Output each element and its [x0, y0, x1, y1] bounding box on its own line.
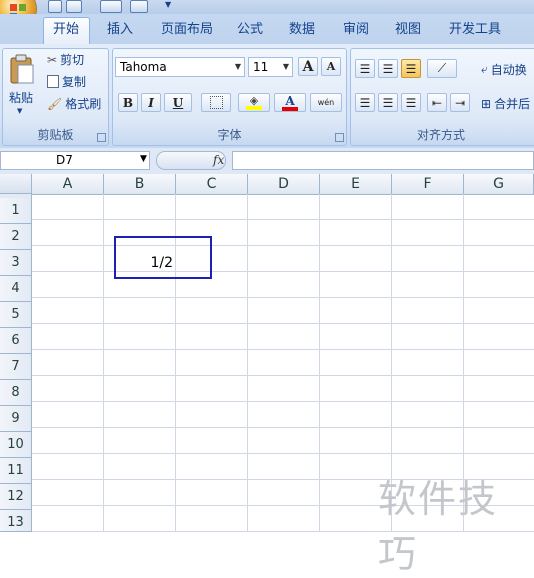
format-painter-button[interactable]: 🖌 格式刷 [47, 95, 101, 112]
paste-icon [10, 54, 34, 84]
font-name-value: Tahoma [120, 60, 167, 74]
align-bottom-icon[interactable]: ☰ [401, 59, 421, 78]
row-header-2[interactable]: 2 [0, 224, 32, 250]
print-preview-icon[interactable] [130, 0, 148, 13]
select-all-corner[interactable] [0, 174, 32, 194]
border-button[interactable] [201, 93, 231, 112]
format-painter-label: 格式刷 [65, 97, 102, 111]
cut-label: 剪切 [60, 53, 85, 67]
chevron-down-icon: ▼ [234, 62, 241, 71]
column-header-b[interactable]: B [104, 174, 176, 194]
align-top-icon[interactable]: ☰ [355, 59, 375, 78]
copy-icon [47, 75, 59, 88]
font-group-label: 字体 [217, 128, 242, 142]
copy-label: 复制 [62, 75, 87, 89]
column-header-f[interactable]: F [392, 174, 464, 194]
tab-data[interactable]: 数据 [289, 18, 315, 37]
qat-customize-icon[interactable]: ▼ [165, 0, 171, 9]
merge-center-button[interactable]: ⊞ 合并后 [481, 95, 530, 112]
row-header-6[interactable]: 6 [0, 328, 32, 354]
column-header-bar: A B C D E F G [0, 174, 534, 195]
row-header-1[interactable]: 1 [0, 198, 32, 224]
fill-color-button[interactable]: ◈ [238, 93, 270, 112]
merge-icon: ⊞ [481, 96, 492, 111]
tab-developer[interactable]: 开发工具 [449, 18, 501, 37]
increase-indent-icon[interactable]: ⇥ [450, 93, 470, 112]
column-header-d[interactable]: D [248, 174, 320, 194]
decrease-indent-icon[interactable]: ⇤ [427, 93, 447, 112]
tab-review[interactable]: 审阅 [343, 18, 369, 37]
bold-button[interactable]: B [118, 93, 138, 112]
orientation-icon[interactable]: ⟋ [427, 59, 457, 78]
font-size-value: 11 [253, 60, 269, 74]
fill-color-bar [246, 106, 262, 110]
cut-button[interactable]: ✂ 剪切 [47, 51, 84, 68]
save-icon[interactable] [48, 0, 62, 13]
row-header-12[interactable]: 12 [0, 484, 32, 510]
tab-home[interactable]: 开始 [53, 18, 79, 37]
chevron-down-icon: ▼ [282, 62, 289, 71]
font-color-bar [282, 106, 298, 111]
fx-button[interactable]: fx [213, 153, 224, 167]
row-header-11[interactable]: 11 [0, 458, 32, 484]
column-header-g[interactable]: G [464, 174, 534, 194]
row-header-7[interactable]: 7 [0, 354, 32, 380]
align-middle-icon[interactable]: ☰ [378, 59, 398, 78]
name-box[interactable]: D7 [0, 151, 150, 170]
shrink-font-button[interactable]: A [321, 57, 341, 76]
column-header-a[interactable]: A [32, 174, 104, 194]
alignment-group-label: 对齐方式 [416, 128, 465, 142]
watermark: 软件技巧 [378, 477, 499, 576]
row-header-3[interactable]: 3 [0, 250, 32, 276]
merge-label: 合并后 [494, 97, 531, 111]
row-header-8[interactable]: 8 [0, 380, 32, 406]
alignment-group: ☰ ☰ ☰ ⟋ ☰ ☰ ☰ ⇤ ⇥ ⤶ 自动换 ⊞ 合并后 对齐方式 [350, 48, 534, 146]
clipboard-group-label: 剪贴板 [37, 128, 74, 142]
tab-view[interactable]: 视图 [395, 18, 421, 37]
font-size-select[interactable]: 11 ▼ [248, 57, 293, 77]
grow-font-button[interactable]: A [298, 57, 318, 76]
paste-button[interactable]: 粘贴 [9, 89, 33, 106]
row-header-9[interactable]: 9 [0, 406, 32, 432]
align-center-icon[interactable]: ☰ [378, 93, 398, 112]
column-header-e[interactable]: E [320, 174, 392, 194]
redo-icon[interactable] [100, 0, 122, 13]
align-right-icon[interactable]: ☰ [401, 93, 421, 112]
clipboard-launcher-icon[interactable] [97, 133, 106, 142]
paste-dropdown-icon[interactable]: ▼ [17, 107, 22, 115]
scissors-icon: ✂ [47, 52, 58, 67]
row-header-4[interactable]: 4 [0, 276, 32, 302]
wrap-text-icon: ⤶ [481, 62, 488, 76]
row-header-13[interactable]: 13 [0, 510, 32, 532]
highlight-box [114, 236, 212, 279]
formula-input[interactable] [232, 151, 534, 170]
tab-insert[interactable]: 插入 [107, 18, 133, 37]
brush-icon: 🖌 [47, 96, 63, 111]
wrap-text-button[interactable]: ⤶ 自动换 [481, 61, 527, 78]
copy-button[interactable]: 复制 [47, 73, 86, 90]
align-left-icon[interactable]: ☰ [355, 93, 375, 112]
border-icon [209, 96, 223, 109]
font-color-button[interactable]: A [274, 93, 306, 112]
phonetic-label: wén [317, 98, 335, 107]
tab-page-layout[interactable]: 页面布局 [161, 18, 213, 37]
name-box-dropdown-icon[interactable]: ▼ [140, 154, 147, 164]
row-header-10[interactable]: 10 [0, 432, 32, 458]
row-header-spacer [0, 194, 32, 198]
column-header-c[interactable]: C [176, 174, 248, 194]
font-group: Tahoma ▼ 11 ▼ A A B I U ◈ A wén 字体 [112, 48, 347, 146]
paint-bucket-icon: ◈ [249, 94, 259, 107]
undo-icon[interactable] [66, 0, 82, 13]
italic-button[interactable]: I [141, 93, 161, 112]
font-name-select[interactable]: Tahoma ▼ [115, 57, 245, 77]
font-color-label: A [285, 93, 295, 108]
clipboard-group: 粘贴 ▼ ✂ 剪切 复制 🖌 格式刷 剪贴板 [2, 48, 109, 146]
tab-formulas[interactable]: 公式 [237, 18, 263, 37]
underline-button[interactable]: U [164, 93, 192, 112]
wrap-text-label: 自动换 [490, 63, 527, 77]
row-header-5[interactable]: 5 [0, 302, 32, 328]
phonetic-button[interactable]: wén [310, 93, 342, 112]
font-launcher-icon[interactable] [335, 133, 344, 142]
